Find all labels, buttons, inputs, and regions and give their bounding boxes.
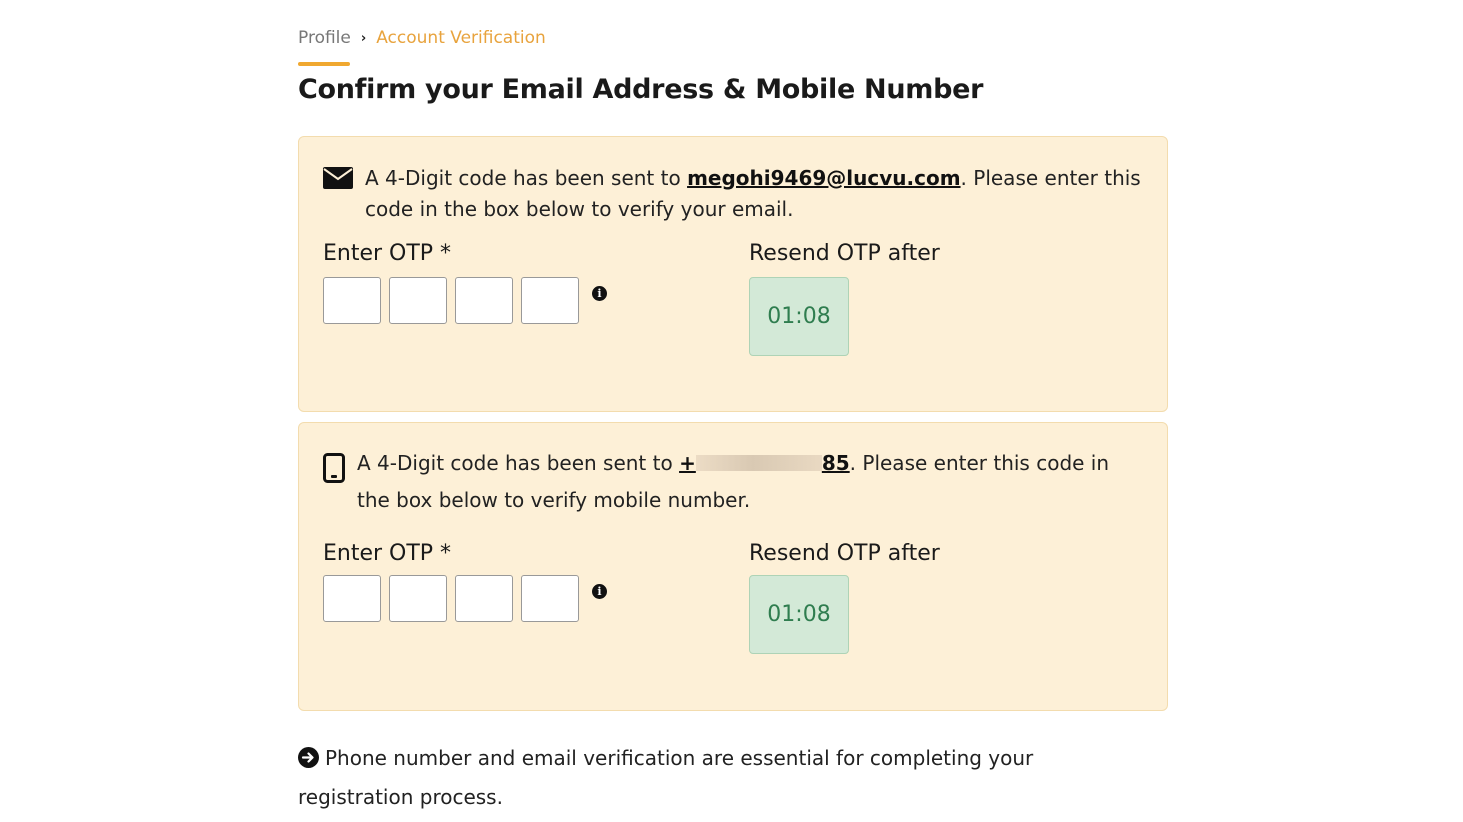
phone-resend-timer: 01:08 [749,575,849,654]
email-otp-inputs: i [323,277,607,324]
phone-code-message: A 4-Digit code has been sent to +85. Ple… [323,445,1137,519]
email-otp-digit-2[interactable] [389,277,447,324]
chevron-right-icon: › [360,30,367,46]
message-prefix: A 4-Digit code has been sent to [357,451,680,475]
email-otp-digit-3[interactable] [455,277,513,324]
breadcrumb-current: Account Verification [376,28,546,48]
page-title: Confirm your Email Address & Mobile Numb… [298,74,984,105]
info-icon[interactable]: i [592,584,607,599]
masked-digits [695,455,822,471]
phone-number-link[interactable]: +85 [679,451,850,475]
arrow-right-circle-icon [298,743,319,779]
email-resend-timer: 01:08 [749,277,849,356]
verification-note: Phone number and email verification are … [298,740,1098,815]
info-icon[interactable]: i [592,286,607,301]
envelope-icon [323,167,353,225]
phone-otp-digit-3[interactable] [455,575,513,622]
breadcrumb: Profile › Account Verification [298,28,546,48]
phone-resend-label: Resend OTP after [749,541,940,566]
email-otp-label: Enter OTP * [323,241,452,266]
email-code-message: A 4-Digit code has been sent to megohi94… [323,163,1165,225]
phone-otp-digit-4[interactable] [521,575,579,622]
email-resend-label: Resend OTP after [749,241,940,266]
phone-otp-label: Enter OTP * [323,541,452,566]
email-address-link[interactable]: megohi9469@lucvu.com [687,166,960,190]
mobile-phone-icon [323,453,345,519]
email-otp-digit-4[interactable] [521,277,579,324]
phone-otp-inputs: i [323,575,607,622]
breadcrumb-profile-link[interactable]: Profile [298,28,351,48]
note-text: Phone number and email verification are … [298,746,1034,809]
phone-otp-digit-2[interactable] [389,575,447,622]
phone-verification-card: A 4-Digit code has been sent to +85. Ple… [298,422,1168,711]
message-prefix: A 4-Digit code has been sent to [365,166,688,190]
email-verification-card: A 4-Digit code has been sent to megohi94… [298,136,1168,412]
title-accent-bar [298,62,350,66]
phone-otp-digit-1[interactable] [323,575,381,622]
email-otp-digit-1[interactable] [323,277,381,324]
